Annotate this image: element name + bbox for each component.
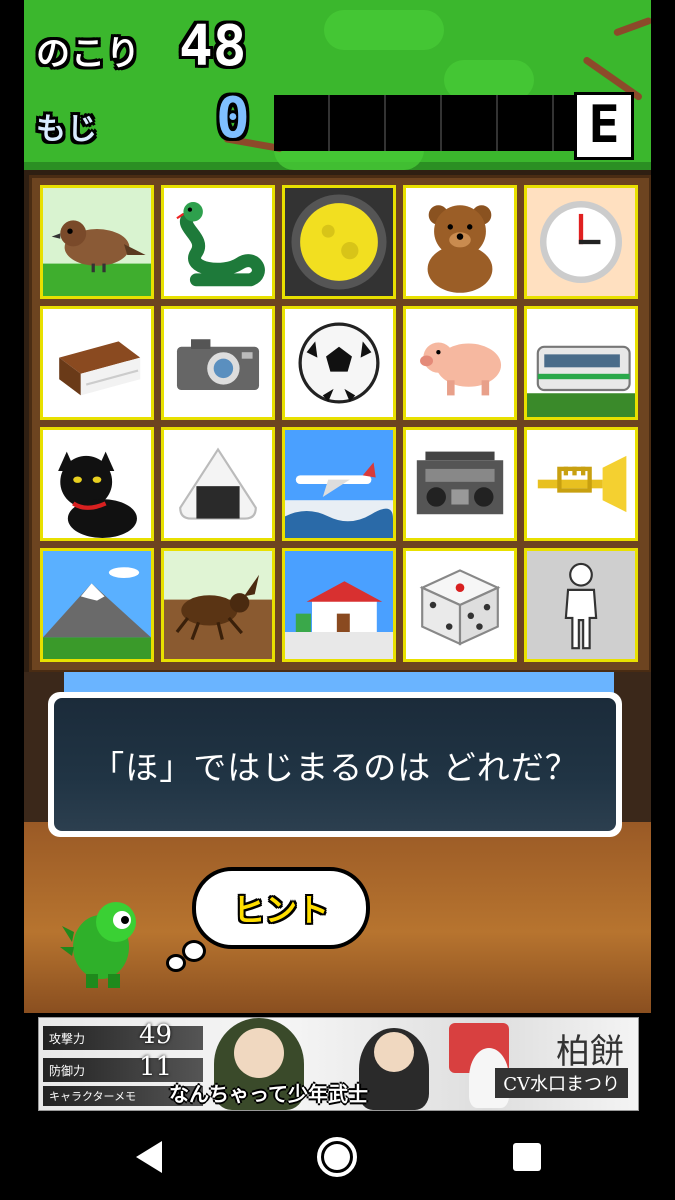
tile-snake[interactable] [161,185,275,299]
tile-soccer-ball[interactable] [282,306,396,420]
radio-cassette-icon [406,430,514,538]
remaining-label: のこり [36,34,141,74]
tile-clock[interactable] [524,185,638,299]
game-screen: のこり 48 もじ 0 E 「ほ」ではじまるのは どれだ？ ヒント [24,0,651,1013]
question-dialog: 「ほ」ではじまるのは どれだ？ [48,692,622,837]
ad-stat-attack: 攻撃力 49 [43,1020,203,1050]
pig-icon [406,309,514,417]
soccer-ball-icon [285,309,393,417]
tile-person[interactable] [524,548,638,662]
person-icon [527,551,635,659]
clock-icon [527,188,635,296]
status-area: のこり 48 もじ 0 E [24,0,651,170]
tile-train[interactable] [524,306,638,420]
camera-icon [164,309,272,417]
tile-pig[interactable] [403,306,517,420]
beetle-icon [164,551,272,659]
tile-trumpet[interactable] [524,427,638,541]
android-nav-bar [0,1113,675,1200]
remaining-count: 48 [179,14,247,79]
letters-count: 0 [216,86,250,151]
tile-sparrow[interactable] [40,185,154,299]
tile-airplane[interactable] [282,427,396,541]
ad-banner[interactable]: 攻撃力 49 防御力 11 キャラクターメモ なんちゃって少年武士 柏餅 CV水… [38,1017,639,1111]
tile-house[interactable] [282,548,396,662]
tile-dice[interactable] [403,548,517,662]
tile-moon[interactable] [282,185,396,299]
hint-label: ヒント [232,891,329,929]
home-icon[interactable] [315,1135,359,1179]
answer-slot [274,95,330,151]
green-mascot-icon [60,902,136,988]
black-cat-icon [43,430,151,538]
scene-area: 「ほ」ではじまるのは どれだ？ ヒント [24,672,651,1013]
moon-icon [285,188,393,296]
bear-icon [406,188,514,296]
picture-board [29,175,651,673]
answer-slot [442,95,498,151]
letters-label: もじ [36,112,98,147]
book-icon [43,309,151,417]
question-text: 「ほ」ではじまるのは どれだ？ [54,698,616,831]
tile-beetle[interactable] [161,548,275,662]
ad-tagline: なんちゃって少年武士 [169,1082,368,1106]
dice-icon [406,551,514,659]
answer-slot [386,95,442,151]
hint-button[interactable]: ヒント [192,867,370,949]
train-icon [527,309,635,417]
ad-cv: CV水口まつり [495,1068,628,1098]
sparrow-icon [43,188,151,296]
tile-bear[interactable] [403,185,517,299]
tile-radio-cassette[interactable] [403,427,517,541]
airplane-icon [285,430,393,538]
tile-mountain[interactable] [40,548,154,662]
tile-rice-ball[interactable] [161,427,275,541]
answer-slots [274,95,608,151]
recents-icon[interactable] [505,1135,549,1179]
tile-black-cat[interactable] [40,427,154,541]
answer-slot [498,95,554,151]
rice-ball-icon [164,430,272,538]
tile-camera[interactable] [161,306,275,420]
mountain-icon [43,551,151,659]
back-icon[interactable] [128,1135,172,1179]
snake-icon [164,188,272,296]
answer-slot [330,95,386,151]
ad-character-name: 柏餅 [556,1032,624,1072]
house-icon [285,551,393,659]
trumpet-icon [527,430,635,538]
tile-book[interactable] [40,306,154,420]
grade-badge: E [574,92,634,160]
